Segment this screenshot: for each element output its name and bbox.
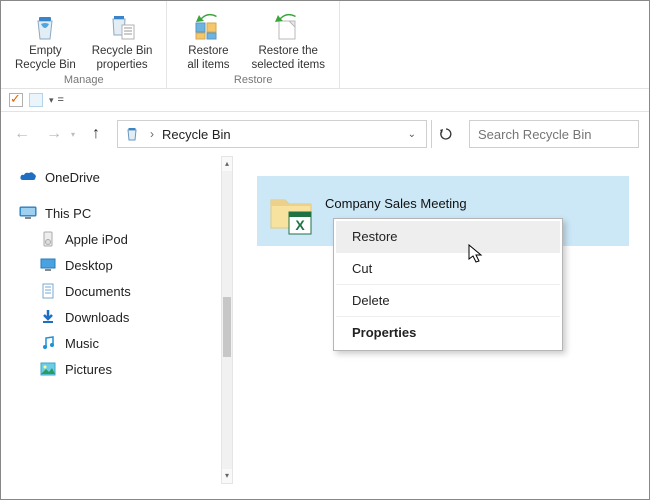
address-bar[interactable]: › Recycle Bin ⌄ (117, 120, 427, 148)
recycle-bin-small-icon (124, 126, 140, 142)
pictures-icon (39, 361, 57, 377)
recycle-bin-properties-icon (102, 9, 142, 43)
content-pane: X Company Sales Meeting Restore Cut Dele… (233, 156, 649, 484)
restore-all-items-button[interactable]: Restore all items (173, 5, 243, 72)
restore-selected-items-label: Restore the selected items (251, 44, 325, 72)
restore-selected-icon (268, 9, 308, 43)
nav-onedrive-label: OneDrive (45, 170, 100, 185)
up-button[interactable]: ↑ (85, 123, 107, 145)
ribbon-group-manage-label: Manage (64, 74, 104, 86)
context-menu-item-label: Restore (352, 229, 398, 244)
context-menu: Restore Cut Delete Properties (333, 218, 563, 351)
refresh-button[interactable] (431, 120, 459, 148)
file-item-label: Company Sales Meeting (325, 196, 467, 211)
navigation-pane: OneDrive This PC Apple iPod Desktop Docu… (1, 156, 221, 484)
nav-onedrive[interactable]: OneDrive (1, 164, 221, 190)
nav-item-label: Documents (65, 284, 131, 299)
restore-all-icon (188, 9, 228, 43)
nav-thispc-label: This PC (45, 206, 91, 221)
ribbon-group-manage: Empty Recycle Bin Recycle Bin prop (1, 1, 167, 88)
qat-item-icon[interactable] (29, 93, 43, 107)
quick-access-toolbar: ▾ = (1, 89, 649, 112)
scroll-up-icon[interactable]: ▴ (222, 157, 232, 171)
nav-thispc[interactable]: This PC (1, 200, 221, 226)
nav-item-documents[interactable]: Documents (1, 278, 221, 304)
address-dropdown-icon[interactable]: ⌄ (408, 129, 422, 140)
address-bar-row: ← → ▾ ↑ › Recycle Bin ⌄ (1, 112, 649, 156)
context-menu-item-label: Properties (352, 325, 416, 340)
ribbon-group-restore: Restore all items Restore the selected i… (167, 1, 340, 88)
recycle-bin-properties-button[interactable]: Recycle Bin properties (84, 5, 161, 72)
context-menu-item-label: Delete (352, 293, 390, 308)
context-menu-properties[interactable]: Properties (336, 317, 560, 348)
nav-item-desktop[interactable]: Desktop (1, 252, 221, 278)
restore-all-items-label: Restore all items (187, 44, 229, 72)
folder-icon: X (265, 184, 319, 238)
ipod-icon (39, 231, 57, 247)
context-menu-cut[interactable]: Cut (336, 253, 560, 285)
empty-recycle-bin-label: Empty Recycle Bin (15, 44, 76, 72)
context-menu-restore[interactable]: Restore (336, 221, 560, 253)
scroll-thumb[interactable] (223, 297, 231, 357)
qat-dropdown-icon[interactable]: ▾ (49, 95, 54, 106)
nav-item-label: Apple iPod (65, 232, 128, 247)
qat-checkbox-icon[interactable] (9, 93, 23, 107)
breadcrumb-location[interactable]: Recycle Bin (162, 127, 231, 142)
recycle-bin-icon (25, 9, 65, 43)
recycle-bin-properties-label: Recycle Bin properties (92, 44, 153, 72)
svg-text:X: X (295, 217, 305, 233)
documents-icon (39, 283, 57, 299)
search-input[interactable] (469, 120, 639, 148)
nav-item-apple-ipod[interactable]: Apple iPod (1, 226, 221, 252)
breadcrumb-chevron-icon[interactable]: › (150, 127, 154, 141)
empty-recycle-bin-button[interactable]: Empty Recycle Bin (7, 5, 84, 72)
scroll-down-icon[interactable]: ▾ (222, 469, 232, 483)
nav-item-label: Pictures (65, 362, 112, 377)
nav-item-label: Downloads (65, 310, 129, 325)
nav-item-label: Music (65, 336, 99, 351)
onedrive-icon (19, 169, 37, 185)
back-button[interactable]: ← (11, 123, 33, 145)
music-icon (39, 335, 57, 351)
restore-selected-items-button[interactable]: Restore the selected items (243, 5, 333, 72)
this-pc-icon (19, 205, 37, 221)
history-dropdown-icon[interactable]: ▾ (71, 130, 75, 139)
downloads-icon (39, 309, 57, 325)
context-menu-item-label: Cut (352, 261, 372, 276)
desktop-icon (39, 257, 57, 273)
nav-scrollbar[interactable]: ▴ ▾ (221, 156, 233, 484)
nav-item-downloads[interactable]: Downloads (1, 304, 221, 330)
ribbon-group-restore-label: Restore (234, 74, 273, 86)
context-menu-delete[interactable]: Delete (336, 285, 560, 317)
qat-overflow-icon[interactable]: = (58, 94, 64, 106)
forward-button[interactable]: → (43, 123, 65, 145)
nav-item-label: Desktop (65, 258, 113, 273)
nav-item-pictures[interactable]: Pictures (1, 356, 221, 382)
ribbon: Empty Recycle Bin Recycle Bin prop (1, 1, 649, 89)
nav-item-music[interactable]: Music (1, 330, 221, 356)
